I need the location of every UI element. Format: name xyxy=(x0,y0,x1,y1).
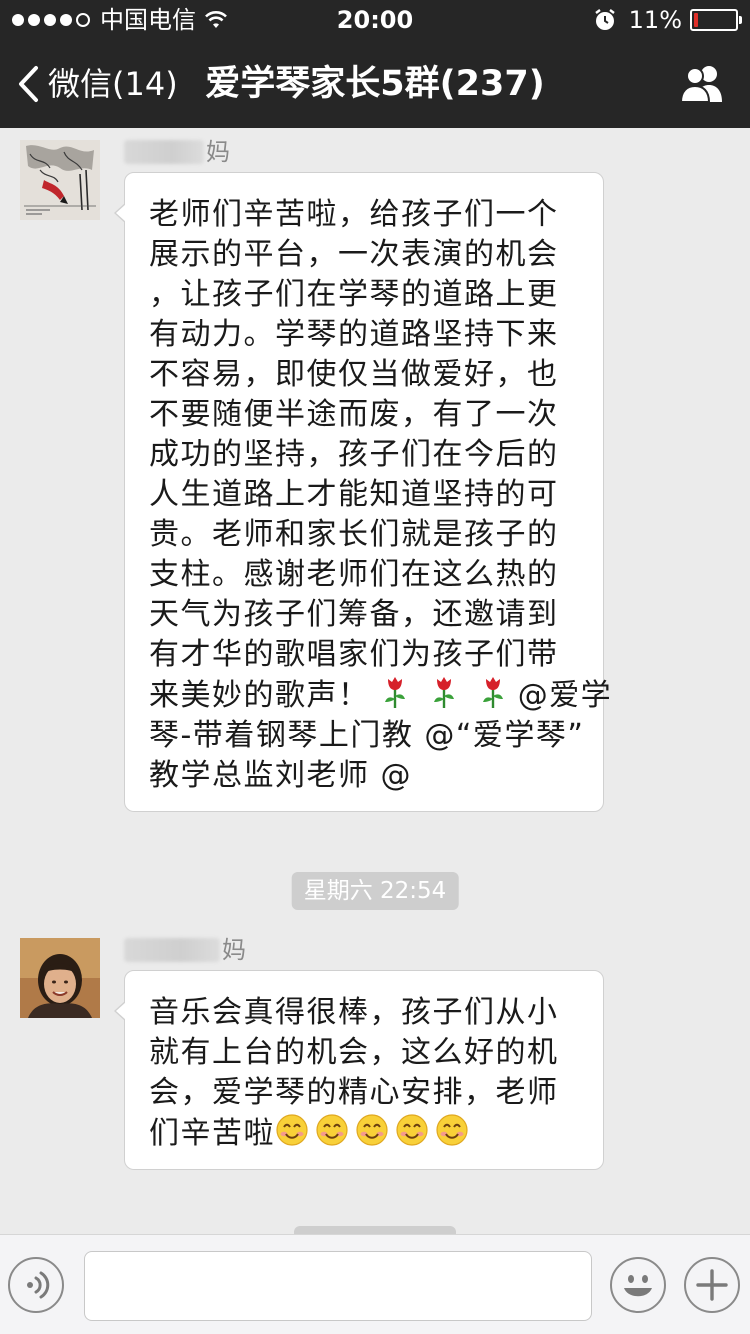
message-input-bar xyxy=(0,1234,750,1334)
avatar-sketch-image xyxy=(20,140,100,220)
message-line: 不要随便半途而废，有了一次 xyxy=(149,397,559,432)
message-line: 教学总监刘老师 @ xyxy=(149,758,413,793)
chat-title: 爱学琴家长5群(237) xyxy=(205,64,545,104)
message-line: 老师们辛苦啦，给孩子们一个 xyxy=(149,197,559,232)
timestamp-divider: 星期六 22:54 xyxy=(291,872,459,910)
status-bar: 中国电信 20:00 11% xyxy=(0,0,750,40)
redacted-name xyxy=(124,938,220,962)
message-line: 会，爱学琴的精心安排，老师 xyxy=(149,1075,559,1110)
status-right: 11% xyxy=(593,6,742,34)
message-line: 人生道路上才能知道坚持的可 xyxy=(149,477,559,512)
avatar-photo-image xyxy=(20,938,100,1018)
battery-level-fill xyxy=(694,13,698,27)
voice-icon xyxy=(27,1271,50,1299)
rose-emoji xyxy=(482,677,503,708)
message-text-input[interactable] xyxy=(84,1251,592,1321)
back-label: 微信(14) xyxy=(48,65,178,103)
message-line-with-emoji: 们辛苦啦 xyxy=(149,1113,581,1154)
message-bubble[interactable]: 老师们辛苦啦，给孩子们一个 展示的平台，一次表演的机会 ，让孩子们在学琴的道路上… xyxy=(114,172,611,812)
message-line: 不容易，即使仅当做爱好，也 xyxy=(149,357,559,392)
group-members-button[interactable] xyxy=(678,64,726,104)
more-options-button[interactable] xyxy=(684,1257,740,1313)
message-line: 琴-带着钢琴上门教 @“爱学琴” xyxy=(149,718,585,753)
group-members-icon xyxy=(679,66,722,103)
message-line: 天气为孩子们筹备，还邀请到 xyxy=(149,597,559,632)
message-line: 音乐会真得很棒，孩子们从小 xyxy=(149,995,559,1030)
sender-name: 妈 xyxy=(124,138,230,166)
chevron-left-icon xyxy=(19,66,38,102)
voice-input-button[interactable] xyxy=(8,1257,64,1313)
message-line: 贵。老师和家长们就是孩子的 xyxy=(149,517,559,552)
smiling-face-emoji xyxy=(436,1114,468,1146)
back-button[interactable]: 微信(14) xyxy=(16,60,178,108)
message-bubble[interactable]: 音乐会真得很棒，孩子们从小 就有上台的机会，这么好的机 会，爱学琴的精心安排，老… xyxy=(114,970,604,1170)
rose-emoji xyxy=(384,677,405,708)
timestamp-divider-partial xyxy=(294,1226,456,1234)
message-line: 就有上台的机会，这么好的机 xyxy=(149,1035,559,1070)
smiling-face-emoji xyxy=(396,1114,428,1146)
avatar[interactable] xyxy=(20,938,100,1018)
mention-text: @爱学 xyxy=(517,678,613,713)
message-line-with-emoji: 来美妙的歌声！ @爱学 xyxy=(149,675,611,716)
emoji-smile-icon xyxy=(624,1275,652,1297)
message-text: 来美妙的歌声！ xyxy=(149,678,370,713)
sender-name-suffix: 妈 xyxy=(206,138,230,166)
battery-icon xyxy=(690,9,742,31)
emoji-picker-button[interactable] xyxy=(610,1257,666,1313)
message-line: 支柱。感谢老师们在这么热的 xyxy=(149,557,559,592)
smiling-face-emoji xyxy=(276,1114,308,1146)
alarm-icon xyxy=(594,9,615,30)
message-line: ，让孩子们在学琴的道路上更 xyxy=(149,277,559,312)
smiling-face-emoji xyxy=(356,1114,388,1146)
rose-emoji xyxy=(433,677,454,708)
plus-icon xyxy=(696,1269,728,1301)
message-line: 成功的坚持，孩子们在今后的 xyxy=(149,437,559,472)
sender-name: 妈 xyxy=(124,936,246,964)
smiling-face-emoji xyxy=(316,1114,348,1146)
sender-name-suffix: 妈 xyxy=(222,936,246,964)
message-line: 展示的平台，一次表演的机会 xyxy=(149,237,559,272)
avatar[interactable] xyxy=(20,140,100,220)
redacted-name xyxy=(124,140,204,164)
chat-message-list[interactable]: 妈 老师们辛苦啦，给孩子们一个 展示的平台，一次表演的机会 ，让孩子们在学琴的道… xyxy=(0,128,750,1234)
message-line: 有动力。学琴的道路坚持下来 xyxy=(149,317,559,352)
battery-percent: 11% xyxy=(628,6,682,34)
message-line: 有才华的歌唱家们为孩子们带 xyxy=(149,637,559,672)
wechat-group-chat-screen: 中国电信 20:00 11% 微信(14) 爱学琴家长5群(237) 妈 老师们… xyxy=(0,0,750,1334)
navigation-bar: 微信(14) 爱学琴家长5群(237) xyxy=(0,40,750,128)
message-text: 们辛苦啦 xyxy=(149,1116,275,1151)
